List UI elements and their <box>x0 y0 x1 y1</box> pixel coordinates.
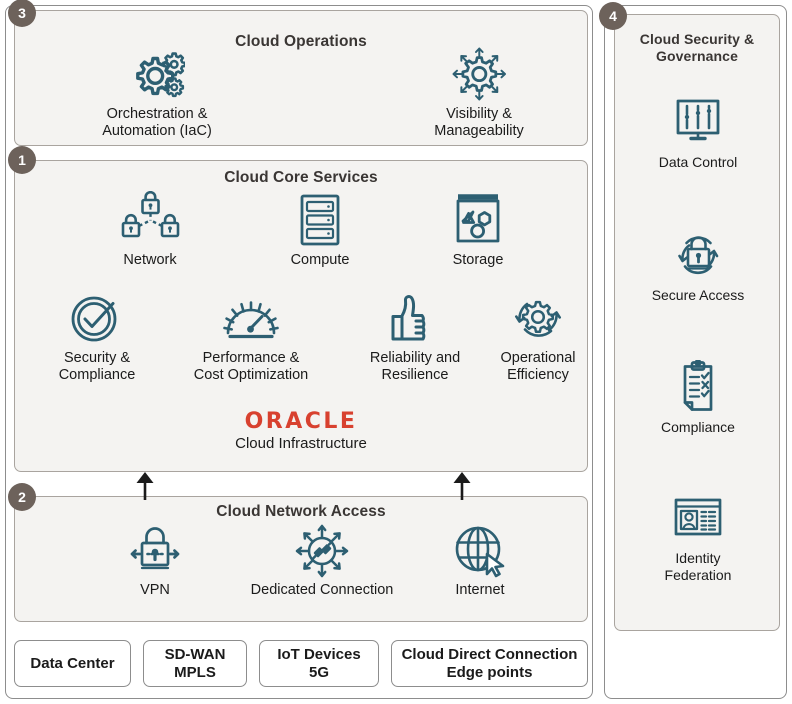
item-storage[interactable]: Storage <box>413 193 543 269</box>
network-locks-icon <box>85 191 215 249</box>
arrow-up-left <box>132 470 158 500</box>
item-internet[interactable]: Internet <box>415 523 545 599</box>
thumbs-up-icon <box>345 291 485 347</box>
item-reliability-resilience[interactable]: Reliability and Resilience <box>345 291 485 384</box>
item-storage-label: Storage <box>452 252 504 268</box>
diagram-canvas: Cloud Operations Orchestration & Automat… <box>0 0 792 704</box>
source-box-data-center[interactable]: Data Center <box>14 640 131 687</box>
vpn-lock-icon <box>90 523 220 579</box>
panel-cloud-core-services-title: Cloud Core Services <box>224 169 378 186</box>
item-security-compliance-label: Security & Compliance <box>58 350 136 383</box>
arrow-up-right <box>449 470 475 500</box>
badge-cloud-core-services: 1 <box>8 146 36 174</box>
item-performance-cost[interactable]: Performance & Cost Optimization <box>175 291 327 384</box>
item-data-control[interactable]: Data Control <box>623 95 773 171</box>
item-compliance[interactable]: Compliance <box>623 360 773 436</box>
source-box-cloud-direct-connection[interactable]: Cloud Direct Connection Edge points <box>391 640 588 687</box>
lock-refresh-icon <box>623 228 773 284</box>
item-compute[interactable]: Compute <box>255 193 385 269</box>
source-box-iot-devices-5g[interactable]: IoT Devices 5G <box>259 640 379 687</box>
check-shield-circle-icon <box>27 291 167 347</box>
gears-icon <box>77 47 237 103</box>
item-identity-federation-label: Identity Federation <box>664 550 732 583</box>
item-compliance-label: Compliance <box>661 419 735 435</box>
panel-cloud-operations[interactable]: Cloud Operations Orchestration & Automat… <box>14 10 588 146</box>
badge-cloud-network-access: 2 <box>8 483 36 511</box>
item-secure-access[interactable]: Secure Access <box>623 228 773 304</box>
panel-cloud-security-governance-title: Cloud Security & Governance <box>639 31 755 64</box>
badge-cloud-operations: 3 <box>8 0 36 27</box>
item-security-compliance[interactable]: Security & Compliance <box>27 291 167 384</box>
dedicated-connection-icon <box>237 523 407 579</box>
gear-refresh-icon <box>483 291 593 347</box>
oracle-subtitle: Cloud Infrastructure <box>235 435 367 452</box>
monitor-sliders-icon <box>623 95 773 151</box>
item-dedicated-connection-label: Dedicated Connection <box>250 582 394 598</box>
badge-cloud-security-governance: 4 <box>599 2 627 30</box>
gear-arrows-icon <box>399 47 559 103</box>
item-compute-label: Compute <box>290 252 350 268</box>
storage-shapes-icon <box>413 193 543 249</box>
server-rack-icon <box>255 193 385 249</box>
clipboard-check-icon <box>623 360 773 416</box>
item-performance-cost-label: Performance & Cost Optimization <box>193 350 309 383</box>
panel-cloud-core-services[interactable]: Cloud Core Services Network Compute Stor… <box>14 160 588 472</box>
item-orchestration-automation-label: Orchestration & Automation (IaC) <box>102 106 212 139</box>
item-vpn[interactable]: VPN <box>90 523 220 599</box>
oracle-brand: ORACLE Cloud Infrastructure <box>15 409 587 452</box>
oracle-wordmark: ORACLE <box>244 409 358 434</box>
item-data-control-label: Data Control <box>658 154 738 170</box>
item-secure-access-label: Secure Access <box>651 287 745 303</box>
item-operational-efficiency-label: Operational Efficiency <box>500 350 576 383</box>
item-identity-federation[interactable]: Identity Federation <box>623 491 773 584</box>
id-card-icon <box>623 491 773 547</box>
source-box-sdwan-mpls[interactable]: SD-WAN MPLS <box>143 640 247 687</box>
item-orchestration-automation[interactable]: Orchestration & Automation (IaC) <box>77 47 237 140</box>
item-operational-efficiency[interactable]: Operational Efficiency <box>483 291 593 384</box>
globe-cursor-icon <box>415 523 545 579</box>
speedometer-icon <box>175 291 327 347</box>
item-visibility-manageability[interactable]: Visibility & Manageability <box>399 47 559 140</box>
item-network-label: Network <box>123 252 177 268</box>
item-network[interactable]: Network <box>85 191 215 269</box>
item-dedicated-connection[interactable]: Dedicated Connection <box>237 523 407 599</box>
panel-cloud-network-access-title: Cloud Network Access <box>216 503 386 520</box>
item-visibility-manageability-label: Visibility & Manageability <box>434 106 524 139</box>
item-reliability-resilience-label: Reliability and Resilience <box>369 350 461 383</box>
panel-cloud-security-governance[interactable]: Cloud Security & Governance Data Control… <box>614 14 780 631</box>
item-vpn-label: VPN <box>140 582 170 598</box>
item-internet-label: Internet <box>455 582 505 598</box>
panel-cloud-network-access[interactable]: Cloud Network Access VPN Dedicated Conne… <box>14 496 588 622</box>
